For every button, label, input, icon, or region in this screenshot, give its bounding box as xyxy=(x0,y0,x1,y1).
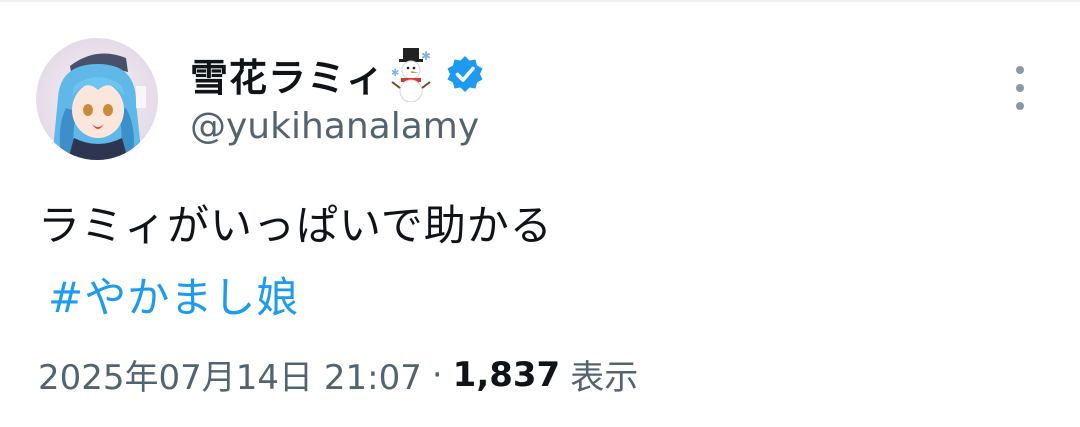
svg-text:✱: ✱ xyxy=(391,68,399,79)
tweet-card: 雪花ラミィ ✱ ✱ @yukihanalamy ラミィがいっぱいで助かる #やか… xyxy=(0,0,1080,427)
view-count: 1,837 xyxy=(452,354,561,395)
divider xyxy=(0,0,1080,2)
more-options-icon[interactable] xyxy=(1004,66,1036,110)
verified-badge-icon[interactable] xyxy=(445,54,485,94)
display-name[interactable]: 雪花ラミィ xyxy=(190,47,385,102)
meta-separator: · xyxy=(431,354,443,395)
more-dot xyxy=(1016,66,1024,74)
author-row: 雪花ラミィ ✱ ✱ xyxy=(190,44,485,104)
author-handle[interactable]: @yukihanalamy xyxy=(190,106,479,147)
tweet-meta: 2025年07月14日 21:07 · 1,837 表示 xyxy=(38,350,638,399)
more-dot xyxy=(1016,84,1024,92)
more-dot xyxy=(1016,102,1024,110)
timestamp[interactable]: 2025年07月14日 21:07 xyxy=(38,350,422,399)
snowman-emoji: ✱ ✱ xyxy=(389,46,435,103)
view-label: 表示 xyxy=(570,358,639,398)
hashtag-link[interactable]: #やかまし娘 xyxy=(48,264,299,325)
tweet-text: ラミィがいっぱいで助かる xyxy=(38,201,553,250)
avatar[interactable] xyxy=(36,38,158,160)
